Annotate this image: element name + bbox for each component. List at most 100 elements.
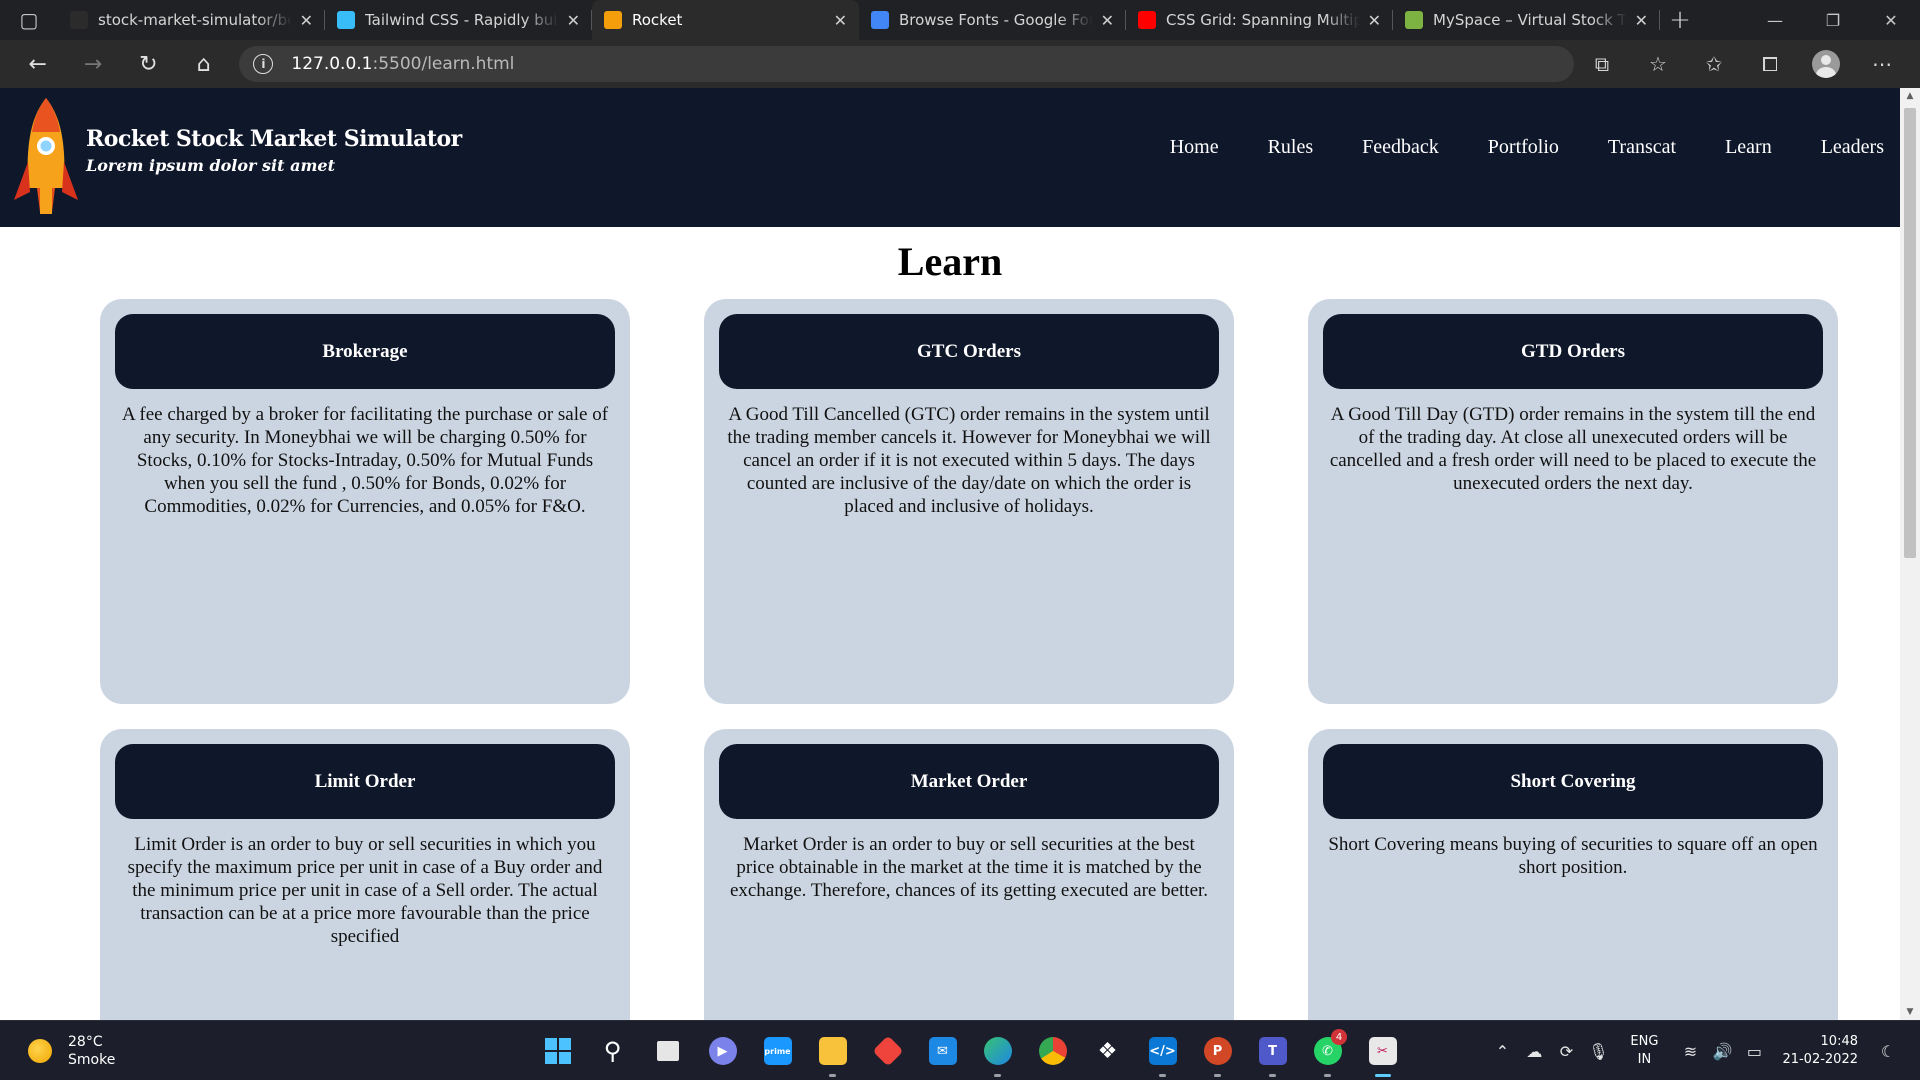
scroll-down-icon[interactable]: ▼ bbox=[1900, 1004, 1920, 1020]
teams-chat-button[interactable]: ▶ bbox=[695, 1029, 750, 1073]
learn-card: GTD Orders A Good Till Day (GTD) order re… bbox=[1308, 299, 1838, 704]
prime-video-button[interactable]: prime bbox=[750, 1029, 805, 1073]
language-indicator[interactable]: ENG IN bbox=[1630, 1033, 1658, 1069]
window-controls: — ❐ ✕ bbox=[1746, 0, 1920, 40]
tab-title: Rocket bbox=[632, 11, 683, 29]
snipping-tool-button[interactable]: ✂ bbox=[1355, 1029, 1410, 1077]
scroll-up-icon[interactable]: ▲ bbox=[1900, 88, 1920, 104]
favorites-icon[interactable]: ✩ bbox=[1686, 44, 1742, 84]
file-explorer-button[interactable] bbox=[805, 1029, 860, 1077]
close-window-icon[interactable]: ✕ bbox=[1862, 0, 1920, 40]
vscode-button[interactable]: </> bbox=[1135, 1029, 1190, 1077]
add-favorite-icon[interactable]: ☆ bbox=[1630, 44, 1686, 84]
site-info-icon[interactable]: i bbox=[253, 54, 274, 74]
tab-actions-icon[interactable]: ▢ bbox=[0, 0, 58, 40]
volume-icon[interactable]: 🔊 bbox=[1706, 1042, 1738, 1061]
wifi-icon[interactable]: ≋ bbox=[1674, 1042, 1706, 1061]
card-heading: GTC Orders bbox=[719, 314, 1219, 389]
tab-title: CSS Grid: Spanning Multiple bbox=[1166, 11, 1360, 29]
collections-icon[interactable]: ⧠ bbox=[1742, 44, 1798, 84]
close-tab-icon[interactable]: ✕ bbox=[834, 11, 847, 30]
close-tab-icon[interactable]: ✕ bbox=[300, 11, 313, 30]
search-button[interactable]: ⚲ bbox=[585, 1029, 640, 1073]
refresh-icon[interactable]: ↻ bbox=[121, 44, 176, 84]
learn-card: Market Order Market Order is an order to … bbox=[704, 729, 1234, 1020]
whatsapp-button[interactable]: ✆ 4 bbox=[1300, 1029, 1355, 1077]
taskbar-apps: ⚲ ▶ prime ✉ ❖ </> P T ✆ 4 ✂ bbox=[530, 1029, 1410, 1077]
teams-button[interactable]: T bbox=[1245, 1029, 1300, 1077]
learn-card: Short Covering Short Covering means buyin… bbox=[1308, 729, 1838, 1020]
main-nav: Home Rules Feedback Portfolio Transcat Learn L… bbox=[1121, 136, 1884, 159]
close-tab-icon[interactable]: ✕ bbox=[567, 11, 580, 30]
learn-card: Limit Order Limit Order is an order to bu… bbox=[100, 729, 630, 1020]
task-view-button[interactable] bbox=[640, 1029, 695, 1073]
weather-sun-icon bbox=[28, 1039, 52, 1063]
notification-badge: 4 bbox=[1331, 1029, 1347, 1045]
browser-tab[interactable]: Rocket ✕ bbox=[592, 0, 859, 40]
close-tab-icon[interactable]: ✕ bbox=[1368, 11, 1381, 30]
nav-link-rules[interactable]: Rules bbox=[1268, 136, 1314, 159]
anydesk-button[interactable] bbox=[860, 1029, 915, 1073]
clock[interactable]: 10:48 21-02-2022 bbox=[1782, 1033, 1858, 1069]
card-heading: GTD Orders bbox=[1323, 314, 1823, 389]
nav-link-learn[interactable]: Learn bbox=[1725, 136, 1772, 159]
forward-icon[interactable]: → bbox=[65, 44, 120, 84]
close-tab-icon[interactable]: ✕ bbox=[1101, 11, 1114, 30]
card-description: A fee charged by a broker for facilitati… bbox=[121, 404, 609, 517]
weather-widget[interactable]: 28°C Smoke bbox=[28, 1033, 115, 1069]
browser-tab[interactable]: Tailwind CSS - Rapidly build ✕ bbox=[325, 0, 592, 40]
github-icon bbox=[70, 11, 88, 29]
battery-icon[interactable]: ▭ bbox=[1738, 1042, 1770, 1061]
url-input[interactable]: i 127.0.0.1:5500/learn.html bbox=[239, 46, 1574, 82]
running-indicator bbox=[994, 1074, 1001, 1077]
card-description: A Good Till Day (GTD) order remains in t… bbox=[1329, 404, 1817, 494]
browser-tab[interactable]: stock-market-simulator/be ✕ bbox=[58, 0, 325, 40]
powerpoint-button[interactable]: P bbox=[1190, 1029, 1245, 1077]
minimize-icon[interactable]: — bbox=[1746, 0, 1804, 40]
notifications-icon[interactable]: ☾ bbox=[1872, 1042, 1904, 1061]
read-aloud-icon[interactable]: ⧉ bbox=[1574, 44, 1630, 84]
more-options-icon[interactable]: ⋯ bbox=[1854, 44, 1910, 84]
snipping-tool-icon: ✂ bbox=[1368, 1037, 1397, 1065]
region-code: IN bbox=[1637, 1052, 1652, 1067]
close-tab-icon[interactable]: ✕ bbox=[1635, 11, 1648, 30]
myspace-icon bbox=[1405, 11, 1423, 29]
restore-icon[interactable]: ❐ bbox=[1804, 0, 1862, 40]
scrollbar-thumb[interactable] bbox=[1904, 108, 1916, 558]
anydesk-icon bbox=[871, 1035, 904, 1067]
mail-icon: ✉ bbox=[928, 1037, 957, 1065]
card-description: Limit Order is an order to buy or sell s… bbox=[127, 834, 603, 947]
nav-link-home[interactable]: Home bbox=[1170, 136, 1219, 159]
mail-button[interactable]: ✉ bbox=[915, 1029, 970, 1073]
page-scrollbar[interactable]: ▲ ▼ bbox=[1900, 88, 1920, 1020]
system-tray: ⌃ ☁ ⟳ 🎙 ENG IN ≋ 🔊 ▭ 10:48 21-02-2022 ☾ bbox=[1486, 1029, 1904, 1073]
onedrive-cloud-icon[interactable]: ☁ bbox=[1518, 1042, 1550, 1061]
new-tab-button[interactable]: + bbox=[1660, 0, 1700, 40]
browser-tab[interactable]: Browse Fonts - Google Font ✕ bbox=[859, 0, 1126, 40]
nav-link-feedback[interactable]: Feedback bbox=[1362, 136, 1439, 159]
chevron-up-icon[interactable]: ⌃ bbox=[1486, 1042, 1518, 1061]
browser-tab[interactable]: MySpace – Virtual Stock Tra ✕ bbox=[1393, 0, 1660, 40]
back-icon[interactable]: ← bbox=[10, 44, 65, 84]
rocket-icon bbox=[604, 11, 622, 29]
weather-temperature: 28°C bbox=[68, 1034, 103, 1050]
home-icon[interactable]: ⌂ bbox=[176, 44, 231, 84]
edge-button[interactable] bbox=[970, 1029, 1025, 1077]
nav-link-leaders[interactable]: Leaders bbox=[1821, 136, 1884, 159]
task-view-icon bbox=[656, 1041, 679, 1061]
dropbox-button[interactable]: ❖ bbox=[1080, 1029, 1135, 1073]
url-host: 127.0.0.1 bbox=[291, 54, 373, 74]
nav-link-transcat[interactable]: Transcat bbox=[1608, 136, 1676, 159]
tab-title: stock-market-simulator/be bbox=[98, 11, 292, 29]
start-button[interactable] bbox=[530, 1029, 585, 1073]
chat-icon: ▶ bbox=[708, 1037, 737, 1065]
running-indicator bbox=[1269, 1074, 1276, 1077]
nav-link-portfolio[interactable]: Portfolio bbox=[1488, 136, 1559, 159]
sync-icon[interactable]: ⟳ bbox=[1550, 1042, 1582, 1061]
profile-button[interactable] bbox=[1798, 44, 1854, 84]
microphone-icon[interactable]: 🎙 bbox=[1582, 1042, 1614, 1061]
running-indicator bbox=[1375, 1074, 1391, 1077]
browser-tab[interactable]: CSS Grid: Spanning Multiple ✕ bbox=[1126, 0, 1393, 40]
running-indicator bbox=[1214, 1074, 1221, 1077]
chrome-button[interactable] bbox=[1025, 1029, 1080, 1073]
